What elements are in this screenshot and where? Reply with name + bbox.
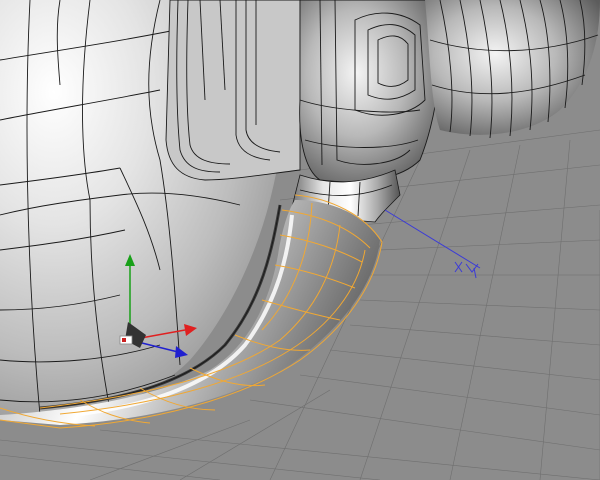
panel-inset[interactable]	[165, 0, 301, 181]
3d-viewport[interactable]	[0, 0, 600, 480]
ribbed-cap[interactable]	[425, 0, 600, 139]
world-axis-icon	[384, 209, 481, 279]
knob-box[interactable]	[299, 0, 443, 183]
viewport-canvas[interactable]	[0, 0, 600, 480]
